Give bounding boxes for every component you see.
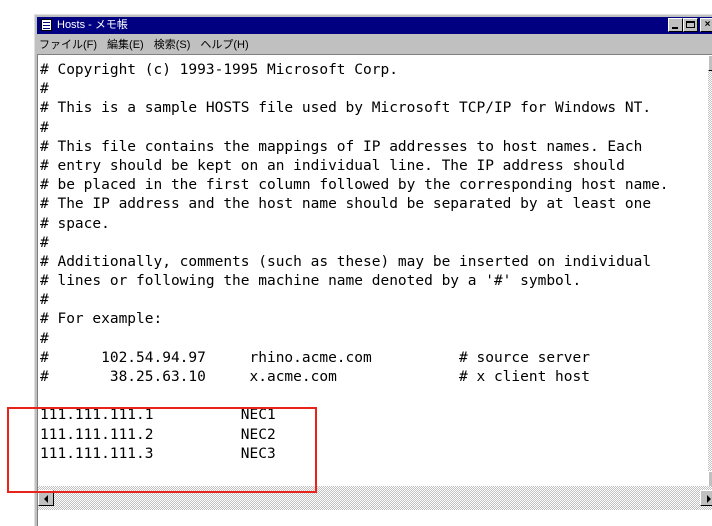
text-line: # The IP address and the host name shoul… — [40, 196, 652, 213]
minimize-button[interactable] — [668, 18, 683, 32]
text-line: # 38.25.63.10 x.acme.com # x client host — [40, 369, 590, 385]
text-line: # This file contains the mappings of IP … — [40, 138, 643, 155]
menu-help[interactable]: ヘルプ(H) — [198, 36, 256, 52]
menu-bar: ファイル(F) 編集(E) 検索(S) ヘルプ(H) — [37, 35, 712, 53]
text-line: # This is a sample HOSTS file used by Mi… — [40, 100, 652, 117]
edit-area: # Copyright (c) 1993-1995 Microsoft Corp… — [37, 54, 712, 526]
notepad-window: Hosts - メモ帳 × ファイル(F) 編集(E) 検索(S) ヘルプ(H)… — [34, 14, 712, 526]
text-line: # 102.54.94.97 rhino.acme.com # source s… — [40, 349, 590, 366]
window-controls: × — [668, 18, 712, 33]
text-line: 111.111.111.3 NEC3 — [40, 445, 276, 462]
maximize-button[interactable] — [683, 18, 698, 32]
notepad-icon[interactable] — [41, 19, 52, 31]
menu-file[interactable]: ファイル(F) — [37, 36, 105, 52]
text-line: # lines or following the machine name de… — [40, 273, 582, 290]
text-line: # — [40, 234, 49, 251]
text-line: # — [40, 119, 49, 136]
title-bar[interactable]: Hosts - メモ帳 × — [37, 17, 712, 34]
scroll-right-button[interactable] — [700, 490, 712, 506]
scroll-down-button[interactable] — [708, 471, 712, 487]
text-line: # space. — [40, 215, 110, 232]
vertical-scrollbar[interactable] — [708, 55, 712, 487]
text-line: # For example: — [40, 311, 163, 328]
menu-search[interactable]: 検索(S) — [152, 36, 199, 52]
text-line: # — [40, 330, 49, 347]
scroll-left-button[interactable] — [38, 490, 54, 506]
text-line: 111.111.111.1 NEC1 — [40, 407, 276, 424]
text-line: # be placed in the first column followed… — [40, 177, 669, 194]
text-line: # Additionally, comments (such as these)… — [40, 253, 652, 270]
menu-edit[interactable]: 編集(E) — [105, 36, 152, 52]
text-line: # — [40, 81, 49, 98]
text-line: # — [40, 292, 49, 309]
text-editor[interactable]: # Copyright (c) 1993-1995 Microsoft Corp… — [38, 55, 698, 487]
horizontal-scrollbar[interactable] — [38, 486, 712, 510]
scroll-up-button[interactable] — [708, 55, 712, 71]
text-line: 111.111.111.2 NEC2 — [40, 426, 276, 443]
window-title: Hosts - メモ帳 — [57, 19, 128, 31]
arrow-left-icon — [44, 495, 48, 503]
arrow-right-icon — [707, 495, 711, 503]
text-line: # entry should be kept on an individual … — [40, 157, 625, 174]
close-button[interactable]: × — [700, 18, 712, 32]
text-line — [40, 387, 698, 406]
text-line: # Copyright (c) 1993-1995 Microsoft Corp… — [40, 62, 398, 78]
